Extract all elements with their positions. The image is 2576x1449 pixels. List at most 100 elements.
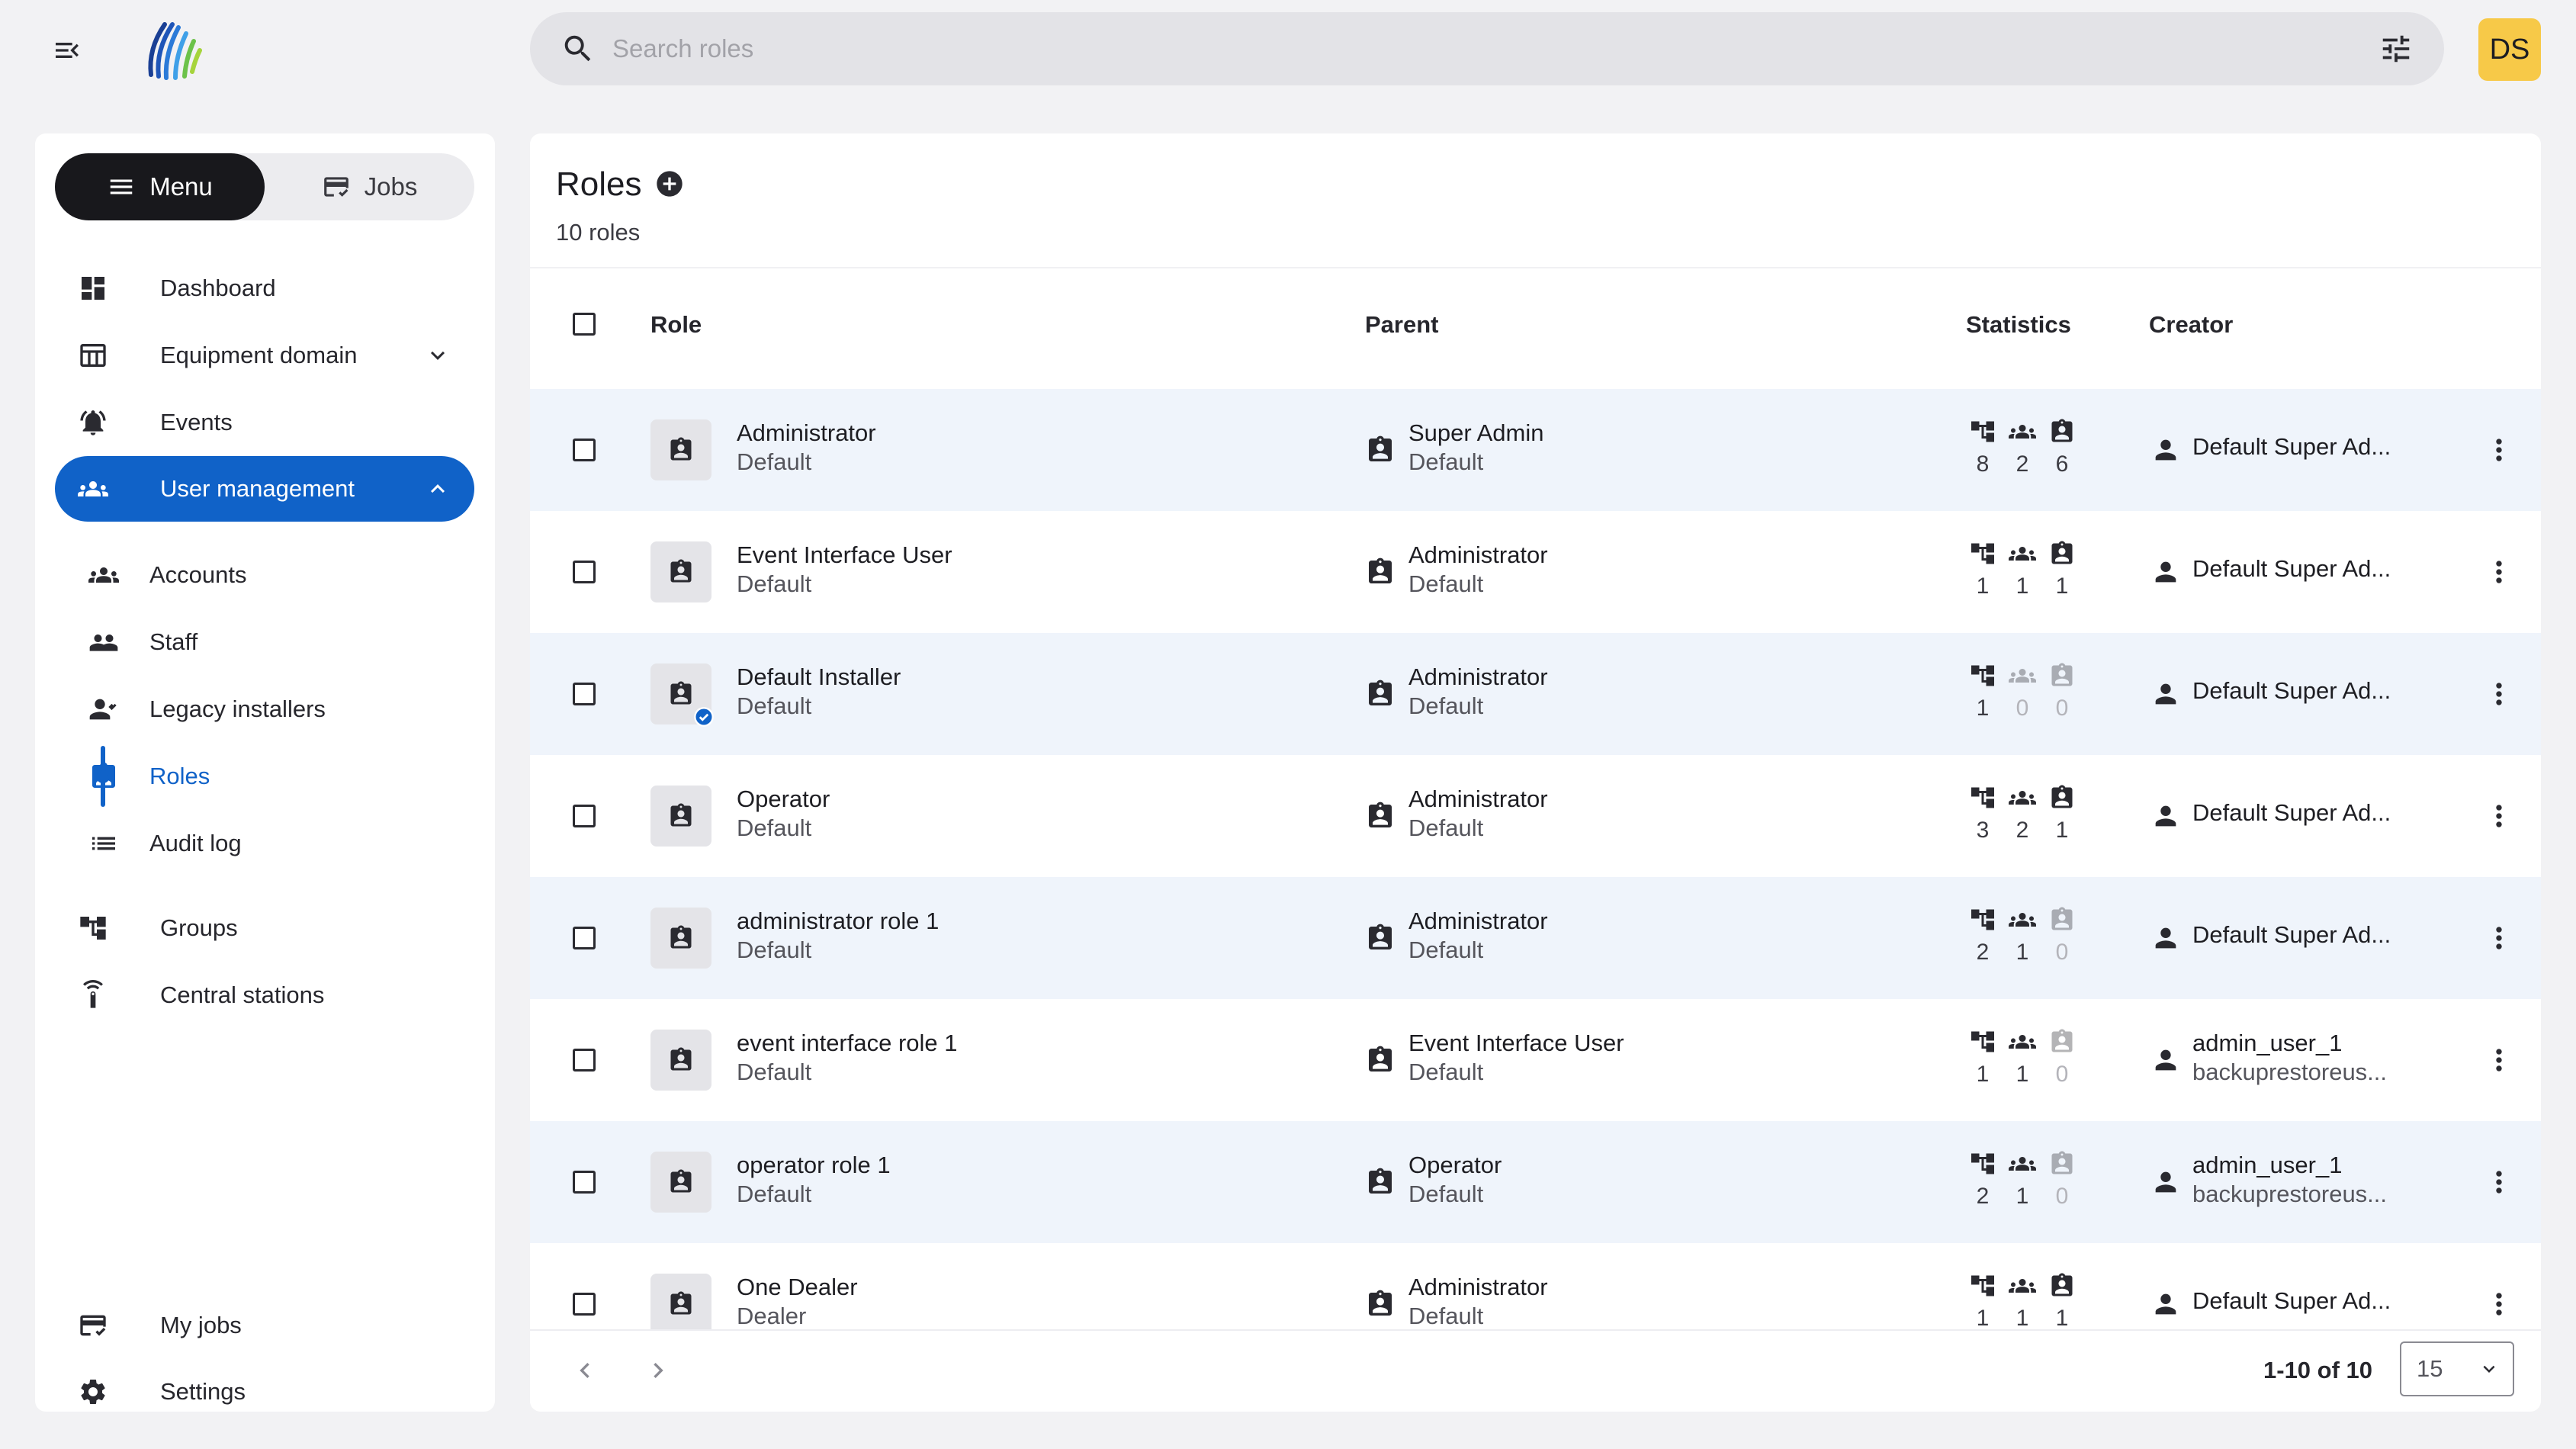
- menu-tab[interactable]: Menu: [55, 153, 265, 220]
- more-vert-icon[interactable]: [2482, 433, 2516, 467]
- more-vert-icon[interactable]: [2482, 1165, 2516, 1199]
- role-name[interactable]: Administrator: [737, 419, 876, 447]
- parent-role-name: Administrator: [1408, 786, 1548, 812]
- badge-icon: [2048, 1028, 2076, 1055]
- more-vert-icon[interactable]: [2482, 1287, 2516, 1321]
- creator-detail: backuprestoreus...: [2192, 1059, 2388, 1085]
- role-name[interactable]: Operator: [737, 786, 830, 813]
- sidebar-subitem-label: Legacy installers: [149, 696, 326, 722]
- badge-icon: [2048, 906, 2076, 933]
- staff-icon: [89, 635, 118, 651]
- accounts-stat: 1: [2007, 1272, 2038, 1332]
- column-header-role[interactable]: Role: [650, 311, 702, 339]
- sidebar-subitem-staff[interactable]: Staff: [89, 612, 474, 673]
- badge-icon: [667, 680, 695, 708]
- row-checkbox[interactable]: [573, 927, 596, 949]
- add-role-icon[interactable]: [654, 169, 685, 199]
- jobs-tab[interactable]: Jobs: [265, 153, 474, 220]
- role-avatar: [650, 419, 711, 480]
- more-vert-icon[interactable]: [2482, 1043, 2516, 1077]
- table-row[interactable]: event interface role 1 Default Event Inter…: [530, 999, 2541, 1121]
- role-name[interactable]: operator role 1: [737, 1152, 891, 1179]
- brand-logo: [137, 14, 207, 84]
- hierarchy-icon: [1969, 540, 1996, 567]
- table-row[interactable]: Administrator Default Super Admin Default 8 2…: [530, 389, 2541, 511]
- roles-stat: 1: [2047, 540, 2077, 599]
- roles-panel: Roles 10 roles Role Parent Statistics Cr…: [530, 133, 2541, 1412]
- sidebar-item-groups[interactable]: Groups: [55, 895, 474, 961]
- more-vert-icon[interactable]: [2482, 555, 2516, 589]
- rows-per-page-value: 15: [2417, 1355, 2443, 1382]
- stat-value: 0: [2055, 1184, 2069, 1209]
- people-icon: [2009, 1272, 2036, 1300]
- creator-name: Default Super Ad...: [2192, 1287, 2391, 1314]
- role-name[interactable]: administrator role 1: [737, 908, 939, 935]
- badge-icon: [667, 802, 695, 830]
- role-name[interactable]: event interface role 1: [737, 1030, 958, 1057]
- sidebar-subitem-legacy-installers[interactable]: Legacy installers: [89, 679, 474, 740]
- badge-icon: [1365, 1167, 1396, 1197]
- hierarchy-icon: [1969, 906, 1996, 933]
- row-checkbox[interactable]: [573, 439, 596, 461]
- role-type: Default: [737, 448, 812, 475]
- pagination-footer: 1-10 of 10 15: [530, 1329, 2541, 1412]
- row-checkbox[interactable]: [573, 1293, 596, 1316]
- role-name[interactable]: One Dealer: [737, 1274, 858, 1301]
- row-checkbox[interactable]: [573, 1049, 596, 1071]
- sidebar-item-settings[interactable]: Settings: [55, 1359, 474, 1425]
- role-type: Default: [737, 814, 812, 841]
- table-row[interactable]: Operator Default Administrator Default 3 2 1 De…: [530, 755, 2541, 877]
- row-checkbox[interactable]: [573, 805, 596, 827]
- stat-value: 6: [2055, 451, 2069, 477]
- badge-icon: [667, 436, 695, 464]
- table-row[interactable]: Default Installer Default Administrator Def…: [530, 633, 2541, 755]
- people-icon: [2009, 662, 2036, 689]
- roles-stat: 0: [2047, 1028, 2077, 1088]
- sidebar-item-events[interactable]: Events: [55, 390, 474, 455]
- parent-role-name: Operator: [1408, 1152, 1502, 1178]
- row-checkbox[interactable]: [573, 1171, 596, 1194]
- parent-role-type: Default: [1408, 1181, 1484, 1207]
- role-name[interactable]: Default Installer: [737, 663, 901, 691]
- collapse-menu-button[interactable]: [46, 34, 88, 67]
- menu-tab-label: Menu: [149, 172, 213, 201]
- row-checkbox[interactable]: [573, 683, 596, 705]
- parent-role-type: Default: [1408, 1059, 1484, 1085]
- parent-role-name: Administrator: [1408, 663, 1548, 690]
- column-header-statistics[interactable]: Statistics: [1966, 311, 2071, 339]
- badge-icon: [667, 1168, 695, 1196]
- sidebar-subitem-accounts[interactable]: Accounts: [127, 545, 474, 606]
- role-count: 10 roles: [556, 219, 641, 246]
- groups-stat: 3: [1967, 784, 1998, 843]
- sidebar-item-my-jobs[interactable]: My jobs: [55, 1293, 474, 1358]
- sidebar-item-equipment-domain[interactable]: Equipment domain: [55, 323, 474, 388]
- table-row[interactable]: Event Interface User Default Administrator…: [530, 511, 2541, 633]
- sidebar-item-label: Dashboard: [160, 275, 276, 301]
- table-row[interactable]: operator role 1 Default Operator Default 2 1 0…: [530, 1121, 2541, 1243]
- more-vert-icon[interactable]: [2482, 677, 2516, 711]
- sidebar-item-user-management[interactable]: User management: [55, 456, 474, 522]
- more-vert-icon[interactable]: [2482, 799, 2516, 833]
- chevron-right-icon[interactable]: [643, 1355, 673, 1386]
- sidebar-item-dashboard[interactable]: Dashboard: [55, 255, 474, 321]
- creator-name: Default Super Ad...: [2192, 677, 2391, 704]
- row-checkbox[interactable]: [573, 561, 596, 583]
- sidebar-subitem-audit-log[interactable]: Audit log: [92, 813, 474, 874]
- select-all-checkbox[interactable]: [573, 313, 596, 336]
- filter-settings-icon[interactable]: [2378, 31, 2414, 66]
- sidebar-item-central-stations[interactable]: Central stations: [55, 962, 474, 1028]
- chevron-left-icon[interactable]: [570, 1355, 600, 1386]
- rows-per-page-select[interactable]: 15: [2400, 1341, 2514, 1396]
- badge-icon: [2048, 1150, 2076, 1178]
- role-name[interactable]: Event Interface User: [737, 541, 952, 569]
- more-vert-icon[interactable]: [2482, 921, 2516, 955]
- creator-name: admin_user_1: [2192, 1152, 2343, 1178]
- column-header-parent[interactable]: Parent: [1365, 311, 1438, 339]
- creator-name: Default Super Ad...: [2192, 555, 2391, 582]
- column-header-creator[interactable]: Creator: [2149, 311, 2233, 339]
- search-input[interactable]: [612, 34, 2378, 63]
- user-avatar[interactable]: DS: [2478, 18, 2541, 81]
- sidebar-subitem-roles[interactable]: Roles: [92, 746, 474, 807]
- stat-value: 1: [1976, 1062, 1990, 1087]
- table-row[interactable]: administrator role 1 Default Administrator…: [530, 877, 2541, 999]
